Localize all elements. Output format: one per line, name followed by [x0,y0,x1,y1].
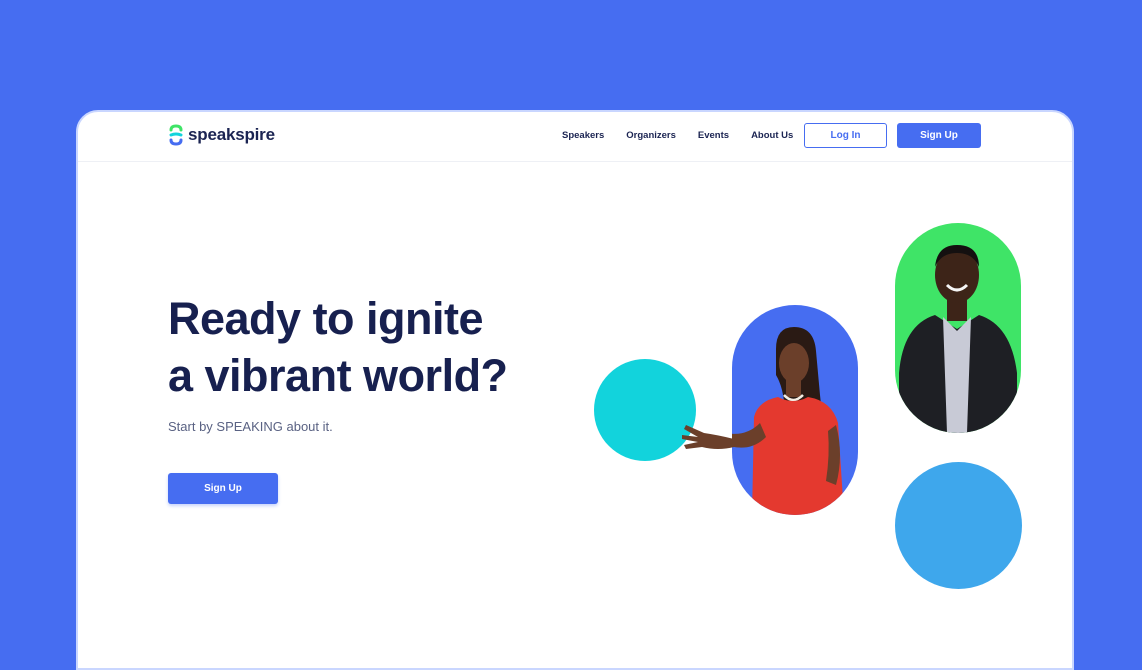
hero-subhead: Start by SPEAKING about it. [168,419,333,434]
nav-links: Speakers Organizers Events About Us [562,130,793,141]
signup-button-hero[interactable]: Sign Up [168,473,278,504]
nav-link-about-us[interactable]: About Us [751,130,793,141]
brand-logo[interactable]: speakspire [168,124,275,146]
login-button[interactable]: Log In [804,123,887,148]
nav-link-organizers[interactable]: Organizers [626,130,676,141]
brand-name: speakspire [188,125,275,144]
speaker-woman-image [732,327,844,515]
speaker-woman-pill [732,305,858,515]
top-navbar: speakspire Speakers Organizers Events Ab… [78,112,1072,162]
speaker-man-pill [895,223,1021,433]
nav-link-speakers[interactable]: Speakers [562,130,604,141]
nav-link-events[interactable]: Events [698,130,729,141]
cyan-circle-decoration [594,359,696,461]
hero-headline-line1: Ready to ignite [168,293,484,344]
browser-frame: speakspire Speakers Organizers Events Ab… [76,110,1074,670]
speaker-woman-hand [682,425,734,449]
signup-button-nav[interactable]: Sign Up [897,123,981,148]
speaker-man-image [899,245,1017,433]
speakspire-logo-icon [169,124,183,146]
hero-headline-line2: a vibrant world? [168,350,508,401]
hero-headline: Ready to ignite a vibrant world? [168,290,588,404]
sky-blue-circle-decoration [895,462,1022,589]
